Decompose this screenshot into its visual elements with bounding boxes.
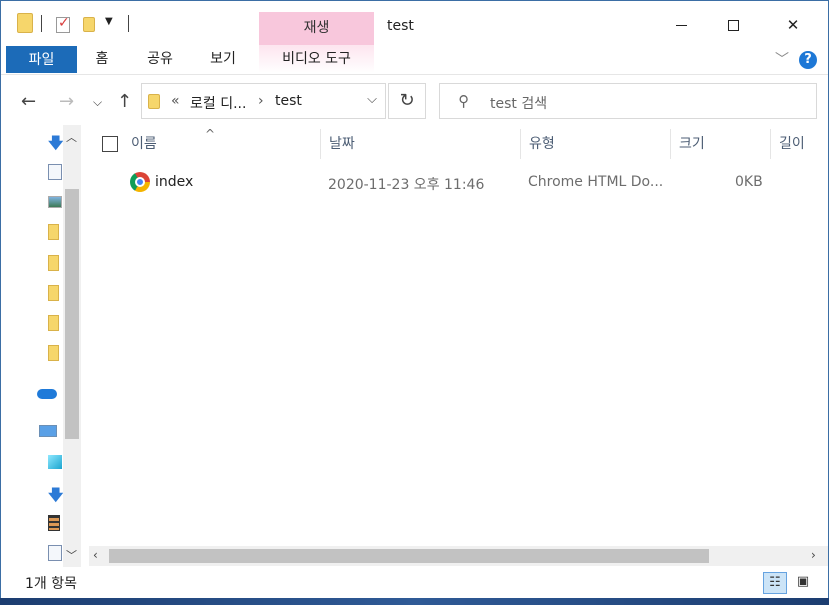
breadcrumb-overflow[interactable]: «: [171, 93, 180, 109]
details-view-button[interactable]: ☷: [763, 572, 787, 594]
customize-toolbar-icon[interactable]: ▼: [105, 16, 113, 27]
maximize-button[interactable]: [703, 1, 763, 45]
recent-locations-icon[interactable]: ⌵: [93, 95, 102, 110]
file-date: 2020-11-23 오후 11:46: [328, 177, 485, 193]
tab-file[interactable]: 파일: [6, 46, 77, 73]
navigation-pane: 🡇 🡇 ︿ ﹀: [1, 125, 83, 567]
expand-ribbon-icon[interactable]: ﹀: [775, 49, 789, 69]
3d-objects-icon[interactable]: [48, 455, 62, 469]
scrollbar-thumb[interactable]: [109, 549, 709, 563]
maximize-icon: [727, 20, 739, 31]
file-list: ^ 이름 날짜 유형 크기 길이 index 2020-11-23 오후 11:…: [85, 125, 828, 567]
tab-view[interactable]: 보기: [201, 45, 245, 73]
column-length[interactable]: 길이: [771, 129, 828, 159]
folder-icon[interactable]: [48, 285, 59, 301]
explorer-window: ▼ 재생 test ✕ 파일 홈 공유 보기 비디오 도구 ﹀ ? ← → ⌵ …: [0, 0, 829, 600]
column-size[interactable]: 크기: [671, 129, 771, 159]
chevron-right-icon[interactable]: ›: [258, 93, 264, 109]
context-tab-group-label: 재생: [259, 12, 374, 45]
refresh-button[interactable]: ↻: [388, 83, 426, 119]
breadcrumb-local-disk[interactable]: 로컬 디...: [190, 93, 246, 113]
column-date[interactable]: 날짜: [321, 129, 521, 159]
onedrive-icon[interactable]: [37, 389, 57, 399]
search-icon: ⚲: [458, 92, 469, 110]
desktop-background: [0, 598, 829, 605]
column-header-row: ^ 이름 날짜 유형 크기 길이: [85, 125, 828, 163]
nav-pane-scrollbar[interactable]: ︿ ﹀: [63, 125, 81, 567]
window-title: test: [387, 18, 414, 34]
this-pc-icon[interactable]: [39, 425, 57, 437]
refresh-icon: ↻: [399, 90, 415, 111]
scroll-right-icon[interactable]: ›: [811, 548, 816, 562]
minimize-icon: [675, 25, 687, 26]
details-view-icon: ☷: [769, 575, 781, 590]
chevron-down-icon[interactable]: ⌵: [367, 92, 377, 107]
search-input[interactable]: test 검색: [490, 93, 547, 113]
divider: [41, 15, 42, 32]
select-all-checkbox[interactable]: [102, 136, 118, 152]
column-name[interactable]: 이름: [123, 129, 321, 159]
help-icon[interactable]: ?: [799, 51, 817, 69]
address-bar[interactable]: « 로컬 디... › test ⌵: [141, 83, 386, 119]
scroll-left-icon[interactable]: ‹: [93, 548, 98, 562]
divider: [128, 15, 129, 32]
chrome-icon: [130, 172, 150, 192]
title-bar: ▼ 재생 test ✕: [1, 1, 828, 45]
videos-icon[interactable]: [48, 515, 60, 531]
file-row[interactable]: index 2020-11-23 오후 11:46 Chrome HTML Do…: [85, 169, 828, 197]
folder-icon[interactable]: [48, 224, 59, 240]
folder-icon[interactable]: [48, 255, 59, 271]
up-icon[interactable]: ↑: [117, 91, 132, 112]
large-icons-view-icon: ▣: [796, 574, 810, 589]
downloads-icon[interactable]: 🡇: [48, 133, 63, 152]
status-bar: 1개 항목 ☷ ▣: [1, 567, 828, 599]
large-icons-view-button[interactable]: ▣: [791, 572, 815, 594]
properties-icon[interactable]: [56, 15, 70, 33]
file-type: Chrome HTML Do...: [528, 174, 664, 190]
file-size: 0KB: [735, 174, 763, 190]
documents-icon[interactable]: [48, 545, 62, 561]
tab-share[interactable]: 공유: [138, 45, 182, 73]
file-name[interactable]: index: [155, 174, 193, 190]
forward-icon[interactable]: →: [59, 91, 74, 112]
navigation-bar: ← → ⌵ ↑ « 로컬 디... › test ⌵ ↻ ⚲ test 검색: [1, 75, 828, 125]
tab-video-tools[interactable]: 비디오 도구: [259, 45, 374, 73]
folder-icon[interactable]: [17, 13, 33, 33]
back-icon[interactable]: ←: [21, 91, 36, 112]
folder-icon[interactable]: [48, 345, 59, 361]
search-box[interactable]: ⚲ test 검색: [439, 83, 817, 119]
pictures-icon[interactable]: [48, 196, 62, 208]
ribbon-tabs: 파일 홈 공유 보기 비디오 도구: [1, 45, 828, 75]
downloads-icon[interactable]: 🡇: [48, 485, 63, 504]
minimize-button[interactable]: [651, 1, 711, 45]
breadcrumb-test[interactable]: test: [275, 93, 302, 109]
new-folder-icon[interactable]: [83, 17, 95, 32]
folder-icon: [148, 94, 160, 109]
close-icon: ✕: [786, 16, 800, 34]
item-count: 1개 항목: [25, 576, 77, 592]
close-button[interactable]: ✕: [763, 1, 823, 45]
file-list-hscrollbar[interactable]: ‹ ›: [89, 546, 828, 566]
scroll-up-icon[interactable]: ︿: [66, 129, 77, 145]
column-type[interactable]: 유형: [521, 129, 671, 159]
documents-icon[interactable]: [48, 164, 62, 180]
scrollbar-thumb[interactable]: [65, 189, 79, 439]
folder-icon[interactable]: [48, 315, 59, 331]
scroll-down-icon[interactable]: ﹀: [66, 547, 77, 563]
tab-home[interactable]: 홈: [83, 45, 121, 73]
